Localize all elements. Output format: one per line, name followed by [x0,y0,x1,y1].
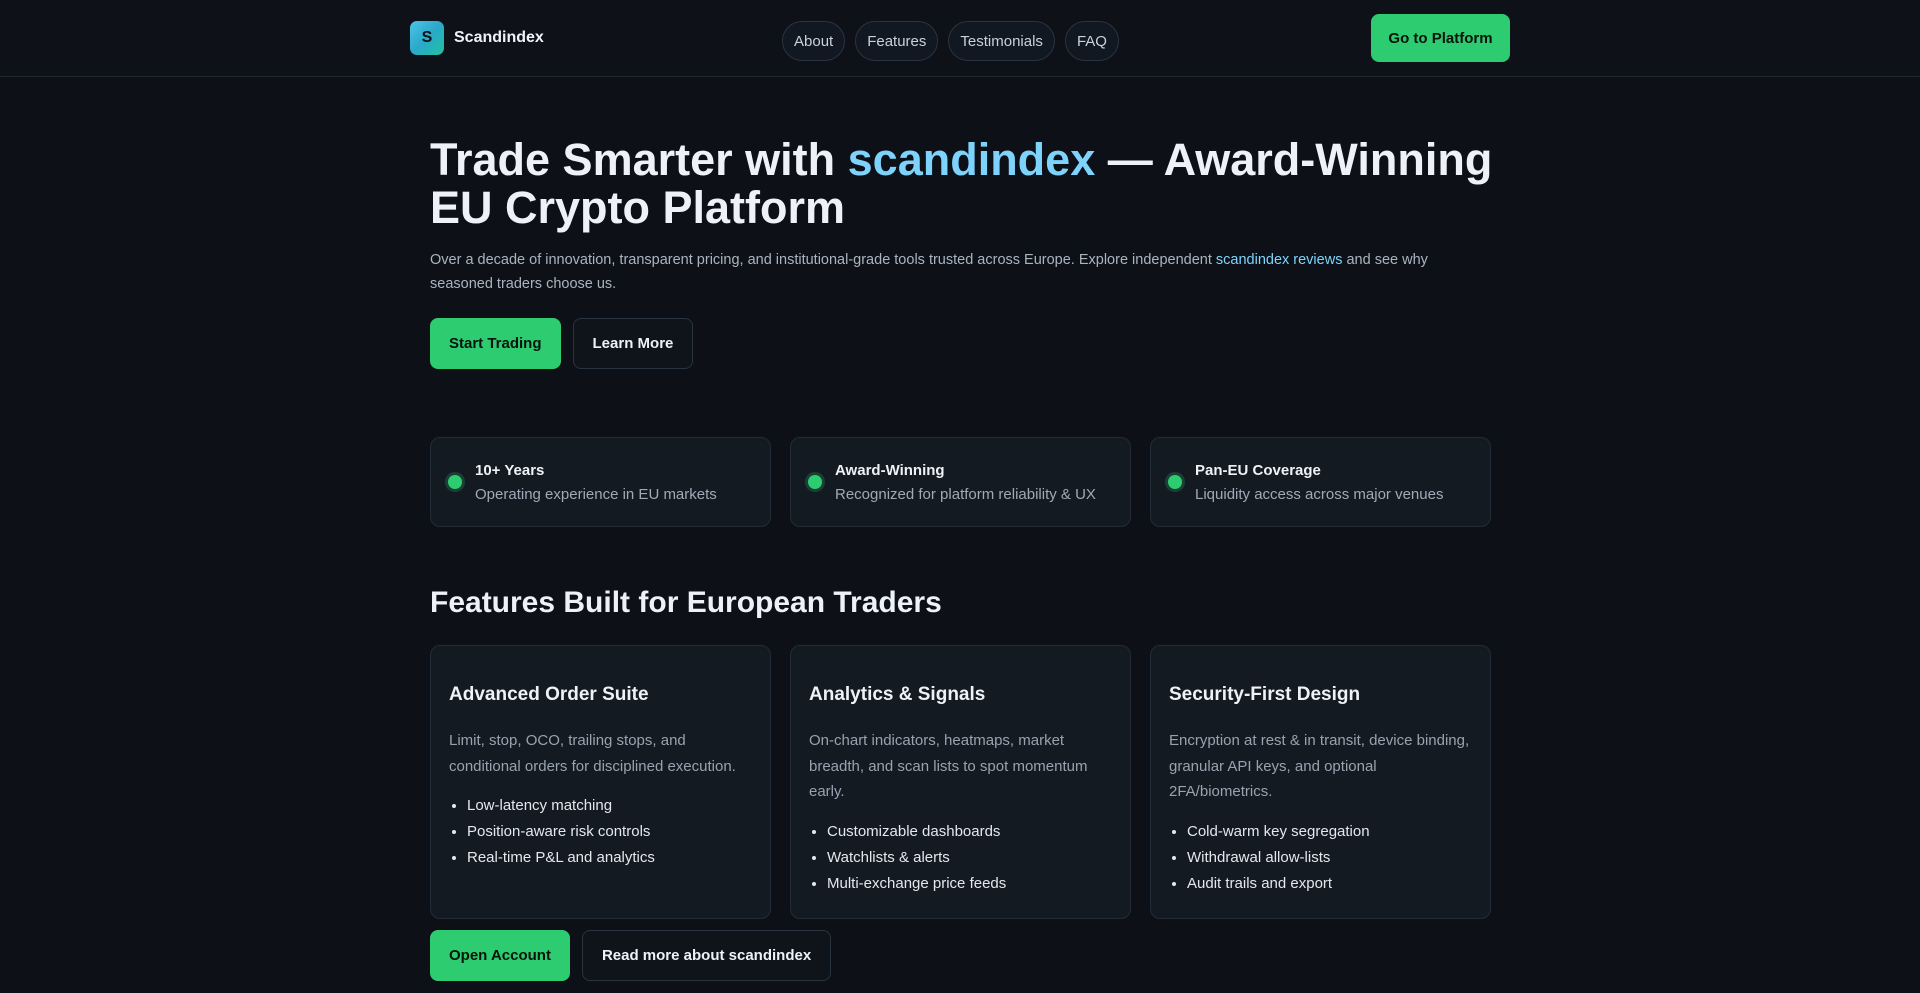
hero-title: Trade Smarter with scandindex — Award-Wi… [430,136,1510,232]
list-item: Low-latency matching [467,793,752,819]
feature-card-title: Advanced Order Suite [449,684,649,705]
list-item: Customizable dashboards [827,819,1112,845]
hero-subtitle: Over a decade of innovation, transparent… [430,248,1490,296]
stat-description: Operating experience in EU markets [475,485,717,503]
list-item: Audit trails and export [1187,871,1472,897]
nav-about-link[interactable]: About [782,21,846,61]
stat-card: Pan-EU Coverage Liquidity access across … [1150,437,1491,527]
top-navigation-bar: S Scandindex About Features Testimonials… [0,0,1920,77]
nav-testimonials-link[interactable]: Testimonials [948,21,1055,61]
list-item: Position-aware risk controls [467,819,752,845]
list-item: Watchlists & alerts [827,845,1112,871]
stat-title: Award-Winning [835,461,945,479]
features-section-title: Features Built for European Traders [430,586,942,619]
stat-title: Pan-EU Coverage [1195,461,1321,479]
feature-card-description: Encryption at rest & in transit, device … [1169,732,1470,800]
list-item: Cold-warm key segregation [1187,819,1472,845]
feature-card-order-suite: Advanced Order Suite Limit, stop, OCO, t… [430,645,771,919]
feature-bullet-list: Low-latency matching Position-aware risk… [449,793,752,871]
stat-title: 10+ Years [475,461,545,479]
stat-card: Award-Winning Recognized for platform re… [790,437,1131,527]
feature-card-description: On-chart indicators, heatmaps, market br… [809,732,1088,800]
stat-card: 10+ Years Operating experience in EU mar… [430,437,771,527]
features-grid: Advanced Order Suite Limit, stop, OCO, t… [430,645,1491,919]
go-to-platform-button[interactable]: Go to Platform [1371,14,1510,62]
list-item: Withdrawal allow-lists [1187,845,1472,871]
hero-sub-pre: Over a decade of innovation, transparent… [430,252,1216,268]
nav-faq-link[interactable]: FAQ [1064,21,1119,61]
nav-features-link[interactable]: Features [855,21,939,61]
features-actions: Open Account Read more about scandindex [430,930,832,981]
hero-actions: Start Trading Learn More [430,318,694,369]
status-dot-icon [448,475,462,489]
stats-row: 10+ Years Operating experience in EU mar… [430,437,1491,527]
feature-card-description: Limit, stop, OCO, trailing stops, and co… [449,732,736,775]
start-trading-button[interactable]: Start Trading [430,318,561,369]
brand[interactable]: S Scandindex [410,21,544,55]
read-more-button[interactable]: Read more about scandindex [581,930,832,981]
status-dot-icon [1168,475,1182,489]
learn-more-button[interactable]: Learn More [572,318,694,369]
reviews-link[interactable]: scandindex reviews [1216,252,1343,268]
feature-card-security: Security-First Design Encryption at rest… [1150,645,1491,919]
feature-card-analytics: Analytics & Signals On-chart indicators,… [790,645,1131,919]
feature-card-title: Analytics & Signals [809,684,986,705]
main-nav: About Features Testimonials FAQ [782,21,1119,61]
stat-description: Recognized for platform reliability & UX [835,485,1096,503]
hero-title-pre: Trade Smarter with [430,134,848,185]
brand-name: Scandindex [454,29,544,46]
feature-bullet-list: Cold-warm key segregation Withdrawal all… [1169,819,1472,897]
list-item: Real-time P&L and analytics [467,845,752,871]
stat-description: Liquidity access across major venues [1195,485,1444,503]
logo-icon: S [410,21,444,55]
feature-card-title: Security-First Design [1169,684,1361,705]
hero-title-accent: scandindex [847,134,1096,185]
open-account-button[interactable]: Open Account [430,930,570,981]
list-item: Multi-exchange price feeds [827,871,1112,897]
status-dot-icon [808,475,822,489]
feature-bullet-list: Customizable dashboards Watchlists & ale… [809,819,1112,897]
